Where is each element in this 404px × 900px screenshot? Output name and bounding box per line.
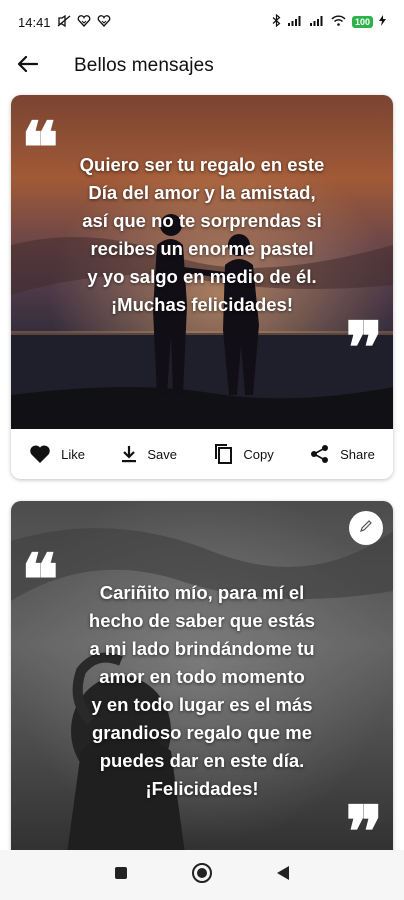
copy-label: Copy [243, 446, 274, 462]
wifi-icon [331, 15, 346, 29]
recents-button[interactable] [101, 855, 141, 895]
bluetooth-icon [272, 13, 281, 30]
share-label: Share [340, 446, 375, 462]
edit-button[interactable] [349, 511, 383, 545]
message-text: Quiero ser tu regalo en este Día del amo… [79, 154, 325, 315]
share-icon [310, 444, 330, 464]
heart-shield-icon [97, 14, 111, 30]
status-bar-left: 14:41 [18, 14, 111, 30]
home-button[interactable] [182, 855, 222, 895]
back-triangle-icon [276, 865, 290, 886]
save-label: Save [147, 446, 178, 462]
charging-icon [379, 15, 386, 29]
recents-square-icon [114, 866, 128, 885]
status-time: 14:41 [18, 14, 51, 30]
home-circle-icon [191, 862, 213, 889]
back-button[interactable] [0, 44, 56, 88]
app-bar: Bellos mensajes [0, 44, 404, 88]
silent-icon [57, 14, 71, 30]
signal-icon [309, 15, 325, 29]
page-title: Bellos mensajes [74, 55, 214, 76]
status-bar-right: 100 [272, 13, 386, 30]
close-quote-icon: ❞ [345, 306, 383, 389]
copy-icon [213, 443, 233, 465]
battery-icon: 100 [351, 16, 373, 28]
share-button[interactable]: Share [310, 444, 375, 464]
message-text: Cariñito mío, para mí el hecho de saber … [88, 582, 316, 799]
status-bar: 14:41 100 [0, 0, 404, 44]
signal-icon [287, 15, 303, 29]
download-icon [121, 445, 137, 463]
heart-shield-icon [77, 14, 91, 30]
heart-icon [29, 444, 51, 464]
copy-button[interactable]: Copy [213, 443, 274, 465]
like-button[interactable]: Like [29, 444, 85, 464]
message-card: ❝ Quiero ser tu regalo en este Día del a… [11, 95, 393, 479]
arrow-left-icon [17, 55, 39, 77]
pencil-icon [359, 519, 373, 538]
save-button[interactable]: Save [121, 445, 177, 463]
nav-back-button[interactable] [263, 855, 303, 895]
like-label: Like [61, 446, 86, 462]
message-card: ❝ Cariñito mío, para mí el hecho de sabe… [11, 501, 393, 861]
card-actions: Like Save Copy Share [11, 429, 393, 479]
system-nav-bar [0, 850, 404, 900]
